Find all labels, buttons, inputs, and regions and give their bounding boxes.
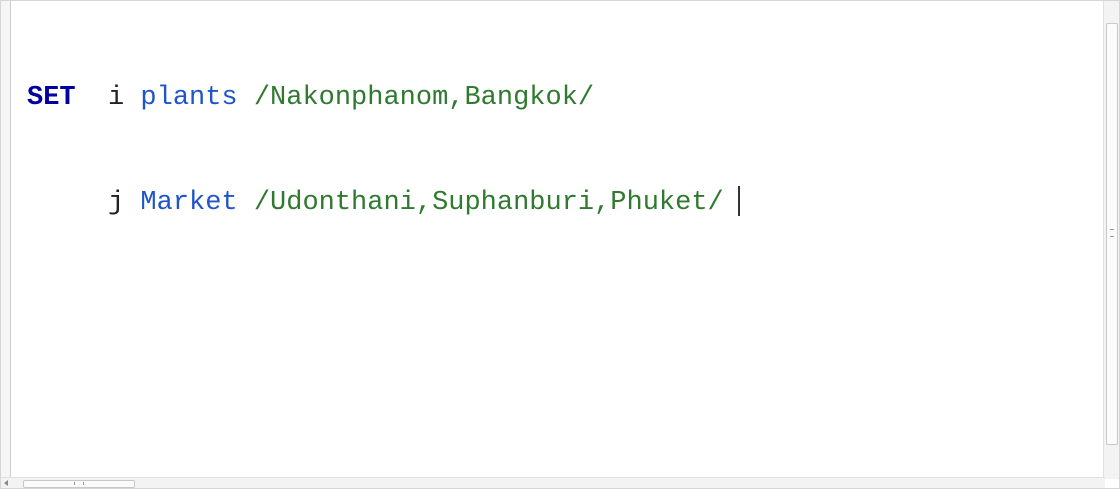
text-cursor xyxy=(737,186,740,216)
set-index-j: j xyxy=(108,188,125,218)
set-elements-market: /Udonthani,Suphanburi,Phuket/ xyxy=(253,188,724,218)
vertical-scrollbar-thumb[interactable] xyxy=(1106,23,1118,445)
arrow-left-icon[interactable] xyxy=(4,480,8,486)
grip-icon xyxy=(74,482,84,485)
code-editor[interactable]: SET i plants /Nakonphanom,Bangkok/ j Mar… xyxy=(0,0,1120,489)
vertical-scrollbar[interactable] xyxy=(1103,1,1119,479)
code-text-area[interactable]: SET i plants /Nakonphanom,Bangkok/ j Mar… xyxy=(27,11,1097,477)
grip-icon xyxy=(1110,229,1114,237)
set-elements-plants: /Nakonphanom,Bangkok/ xyxy=(253,83,595,113)
horizontal-scrollbar-thumb[interactable] xyxy=(23,480,135,488)
horizontal-scrollbar[interactable] xyxy=(1,477,1105,488)
set-keyword: SET xyxy=(27,83,76,113)
set-name-plants: plants xyxy=(140,83,238,113)
editor-left-gutter xyxy=(1,1,11,481)
set-name-market: Market xyxy=(140,188,238,218)
set-index-i: i xyxy=(108,83,125,113)
code-line-2: j Market /Udonthani,Suphanburi,Phuket/ xyxy=(27,186,1097,221)
code-line-1: SET i plants /Nakonphanom,Bangkok/ xyxy=(27,81,1097,116)
